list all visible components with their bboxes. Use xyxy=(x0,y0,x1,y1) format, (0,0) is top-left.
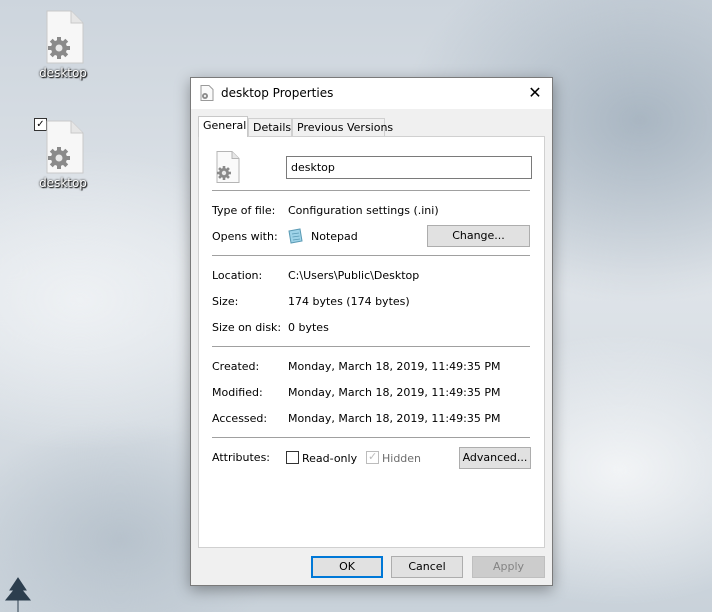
size-label: Size: xyxy=(212,295,239,308)
settings-file-icon xyxy=(200,85,214,104)
readonly-checkbox[interactable] xyxy=(286,451,299,464)
desktop-icon-label: desktop xyxy=(39,176,87,190)
attributes-label: Attributes: xyxy=(212,451,271,464)
hidden-label: Hidden xyxy=(382,452,422,465)
modified-label: Modified: xyxy=(212,386,263,399)
settings-file-icon xyxy=(41,120,85,174)
tab-general[interactable]: General xyxy=(198,116,248,137)
type-of-file-value: Configuration settings (.ini) xyxy=(288,204,439,217)
readonly-label[interactable]: Read-only xyxy=(302,452,357,465)
title-bar[interactable]: desktop Properties ✕ xyxy=(191,78,552,109)
checkmark-icon: ✓ xyxy=(368,450,378,463)
settings-file-icon xyxy=(41,10,85,64)
accessed-label: Accessed: xyxy=(212,412,268,425)
close-icon[interactable]: ✕ xyxy=(518,78,552,109)
type-of-file-label: Type of file: xyxy=(212,204,276,217)
file-name-input[interactable] xyxy=(286,156,532,179)
notepad-icon xyxy=(287,228,303,247)
divider xyxy=(212,255,530,256)
created-label: Created: xyxy=(212,360,260,373)
size-on-disk-label: Size on disk: xyxy=(212,321,282,334)
window-title: desktop Properties xyxy=(221,86,334,100)
location-label: Location: xyxy=(212,269,263,282)
settings-file-icon xyxy=(214,151,242,186)
cancel-button[interactable]: Cancel xyxy=(391,556,463,578)
tab-details[interactable]: Details xyxy=(248,118,292,136)
divider xyxy=(212,437,530,438)
divider xyxy=(212,346,530,347)
wallpaper-tree-decoration xyxy=(0,572,40,612)
advanced-button[interactable]: Advanced... xyxy=(459,447,531,469)
size-on-disk-value: 0 bytes xyxy=(288,321,329,334)
apply-button: Apply xyxy=(472,556,545,578)
opens-with-label: Opens with: xyxy=(212,230,278,243)
location-value: C:\Users\Public\Desktop xyxy=(288,269,420,282)
general-tab-panel: Type of file: Configuration settings (.i… xyxy=(198,136,545,548)
size-value: 174 bytes (174 bytes) xyxy=(288,295,410,308)
hidden-checkbox[interactable]: ✓ xyxy=(366,450,379,464)
desktop-icon-2[interactable]: desktop xyxy=(28,120,98,190)
modified-value: Monday, March 18, 2019, 11:49:35 PM xyxy=(288,386,501,399)
ok-button[interactable]: OK xyxy=(311,556,383,578)
properties-dialog: desktop Properties ✕ General Details Pre… xyxy=(190,77,553,586)
desktop-icon-1[interactable]: desktop xyxy=(28,10,98,80)
desktop-icon-label: desktop xyxy=(39,66,87,80)
tab-previous-versions[interactable]: Previous Versions xyxy=(292,118,393,136)
divider xyxy=(212,190,530,191)
accessed-value: Monday, March 18, 2019, 11:49:35 PM xyxy=(288,412,501,425)
opens-with-value: Notepad xyxy=(311,230,358,243)
change-button[interactable]: Change... xyxy=(427,225,530,247)
created-value: Monday, March 18, 2019, 11:49:35 PM xyxy=(288,360,501,373)
